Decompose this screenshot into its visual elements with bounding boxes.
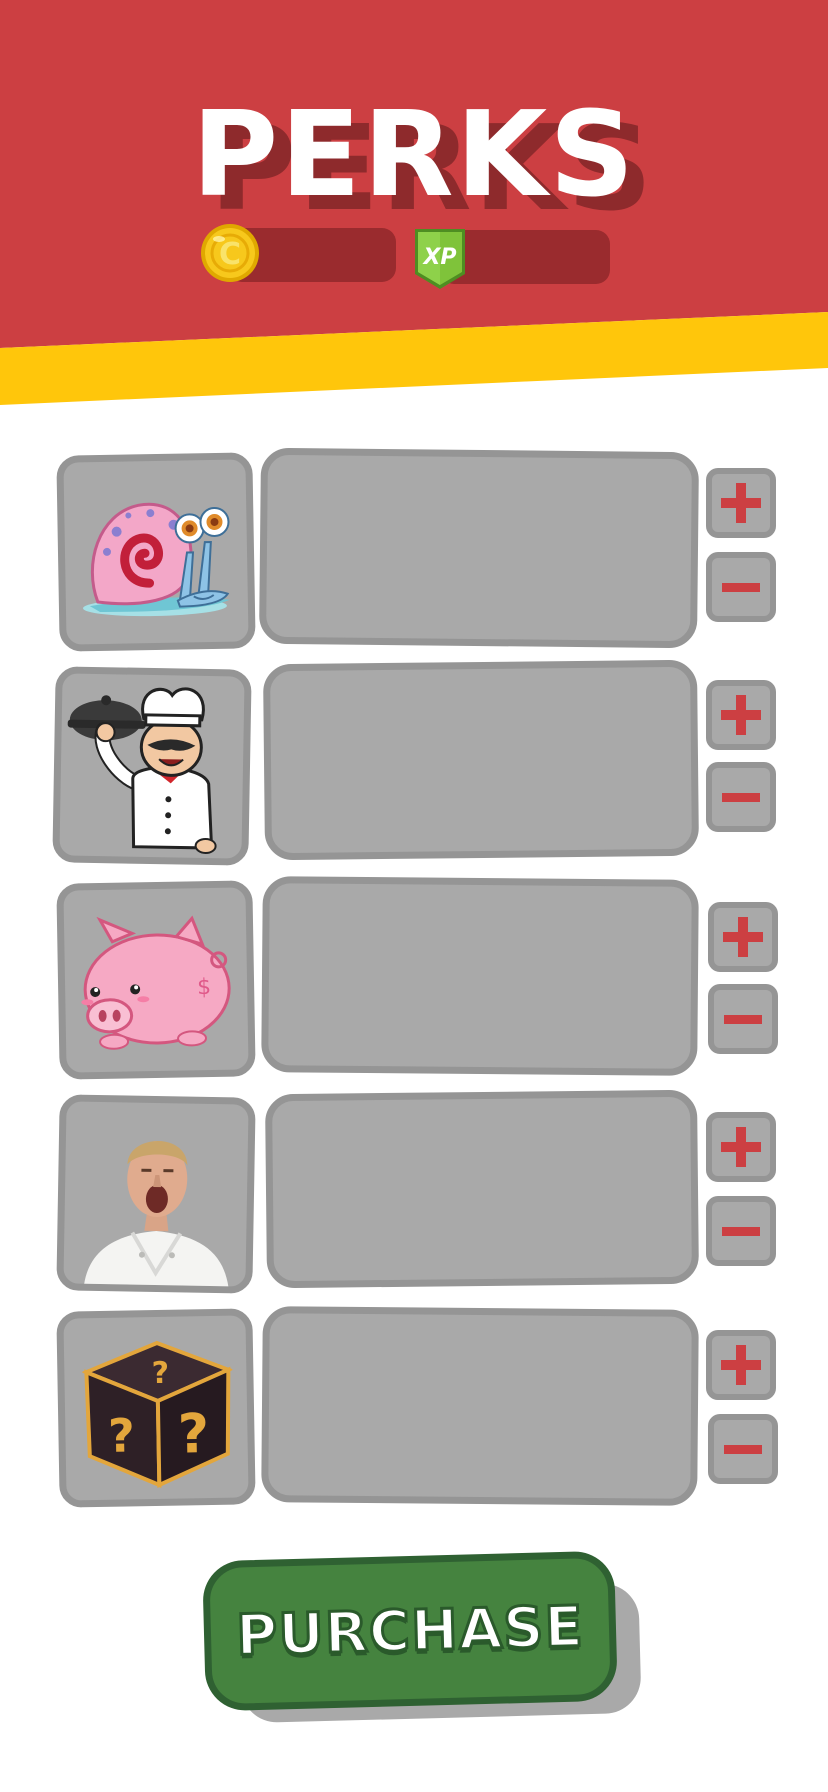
plus-icon xyxy=(721,1345,761,1385)
perk-1-minus-button[interactable] xyxy=(706,552,776,622)
perk-5-icon-box: ? ? ? xyxy=(56,1308,256,1508)
plus-icon xyxy=(721,695,761,735)
question-glyph-left: ? xyxy=(108,1408,136,1462)
minus-icon xyxy=(724,1445,762,1454)
perk-3-description xyxy=(270,883,692,887)
perk-4-description xyxy=(272,1097,690,1101)
xp-badge-icon: XP xyxy=(415,229,465,289)
question-glyph-right: ? xyxy=(177,1402,209,1466)
perk-3-description-box xyxy=(261,876,699,1076)
perk-2-plus-button[interactable] xyxy=(706,680,776,750)
perk-3-icon-box: $ xyxy=(56,880,256,1080)
purchase-label: PURCHASE xyxy=(234,1592,586,1669)
shouting-chef-photo xyxy=(83,1141,230,1294)
minus-icon xyxy=(722,583,760,592)
page-title: PERKS xyxy=(191,85,637,223)
chef-waiter-icon xyxy=(67,687,217,854)
perk-2-description-box xyxy=(262,659,700,861)
perk-4-icon-box xyxy=(56,1094,256,1294)
plus-icon xyxy=(721,483,761,523)
header: PERKS PERKS C XP xyxy=(0,0,828,405)
coin-letter: C xyxy=(219,237,241,272)
plus-icon xyxy=(721,1127,761,1167)
perk-1-description-box xyxy=(258,447,700,649)
perk-2-minus-button[interactable] xyxy=(706,762,776,832)
coin-icon: C xyxy=(201,224,259,282)
minus-icon xyxy=(722,793,760,802)
perk-5-description xyxy=(270,1313,692,1317)
minus-icon xyxy=(724,1015,762,1024)
dollar-sign-glyph: $ xyxy=(197,975,211,1000)
perk-4-minus-button[interactable] xyxy=(706,1196,776,1266)
perk-3-minus-button[interactable] xyxy=(708,984,778,1054)
perk-5-description-box xyxy=(261,1306,699,1506)
plus-icon xyxy=(723,917,763,957)
perk-4-description-box xyxy=(264,1089,700,1289)
mystery-box-icon: ? ? ? xyxy=(81,1340,234,1489)
title-wrap: PERKS PERKS xyxy=(0,85,828,227)
perk-2-icon-box xyxy=(52,666,252,866)
perk-1-icon-box xyxy=(56,452,256,652)
perk-4-plus-button[interactable] xyxy=(706,1112,776,1182)
piggy-bank-icon: $ xyxy=(81,915,231,1050)
perk-5-minus-button[interactable] xyxy=(708,1414,778,1484)
perk-2-description xyxy=(270,667,690,671)
snail-icon xyxy=(82,502,230,617)
perk-5-plus-button[interactable] xyxy=(706,1330,776,1400)
minus-icon xyxy=(722,1227,760,1236)
perk-1-description xyxy=(268,455,692,459)
perk-3-plus-button[interactable] xyxy=(708,902,778,972)
question-glyph-top: ? xyxy=(151,1356,169,1391)
purchase-button[interactable]: PURCHASE xyxy=(202,1550,618,1712)
perk-1-plus-button[interactable] xyxy=(706,468,776,538)
xp-label: XP xyxy=(421,245,456,270)
